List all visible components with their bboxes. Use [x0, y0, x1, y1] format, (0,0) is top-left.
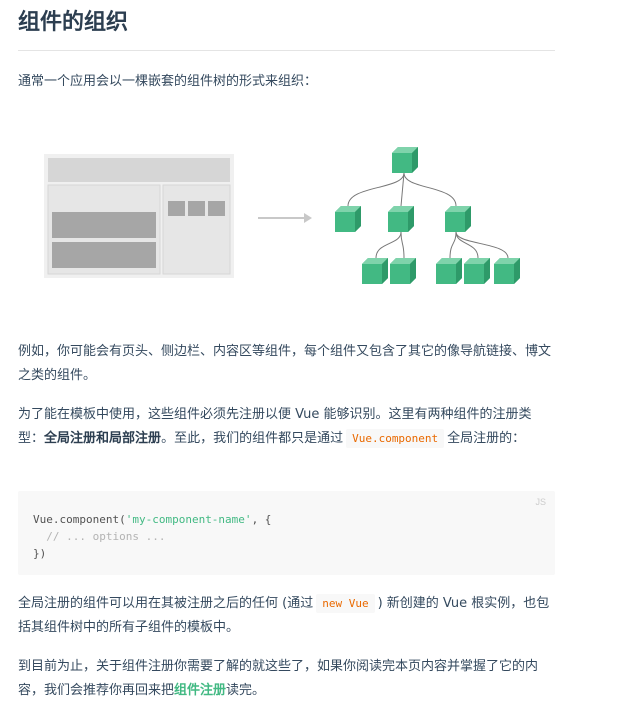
- heading-divider: [18, 50, 555, 51]
- closing-paragraph: 到目前为止，关于组件注册你需要了解的就这些了，如果你阅读完本页内容并掌握了它的内…: [18, 659, 539, 698]
- component-registration-link[interactable]: 组件注册: [174, 683, 226, 698]
- arrow-right-icon: [258, 213, 312, 223]
- register-paragraph: 为了能在模板中使用，这些组件必须先注册以便 Vue 能够识别。这里有两种组件的注…: [18, 407, 532, 448]
- page-title: 组件的组织: [18, 10, 129, 35]
- component-tree-figure: [18, 130, 555, 300]
- global-registration-term: 全局注册: [44, 431, 97, 446]
- local-registration-term: 局部注册: [109, 431, 162, 446]
- intro-paragraph: 通常一个应用会以一棵嵌套的组件树的形式来组织：: [18, 74, 318, 89]
- inline-code-new-vue: new Vue: [316, 594, 375, 613]
- global-paragraph: 全局注册的组件可以用在其被注册之后的任何 (通过 new Vue) 新创建的 Vu…: [18, 594, 550, 635]
- code-language-label: JS: [535, 497, 546, 507]
- code-content: Vue.component('my-component-name', { // …: [33, 513, 272, 560]
- code-block: JS Vue.component('my-component-name', { …: [18, 491, 555, 575]
- layout-paragraph: 例如，你可能会有页头、侧边栏、内容区等组件，每个组件又包含了其它的像导航链接、博…: [18, 344, 552, 383]
- inline-code-vue-component: Vue.component: [346, 429, 445, 448]
- page-layout-illustration: [44, 154, 234, 278]
- component-tree: [335, 147, 520, 284]
